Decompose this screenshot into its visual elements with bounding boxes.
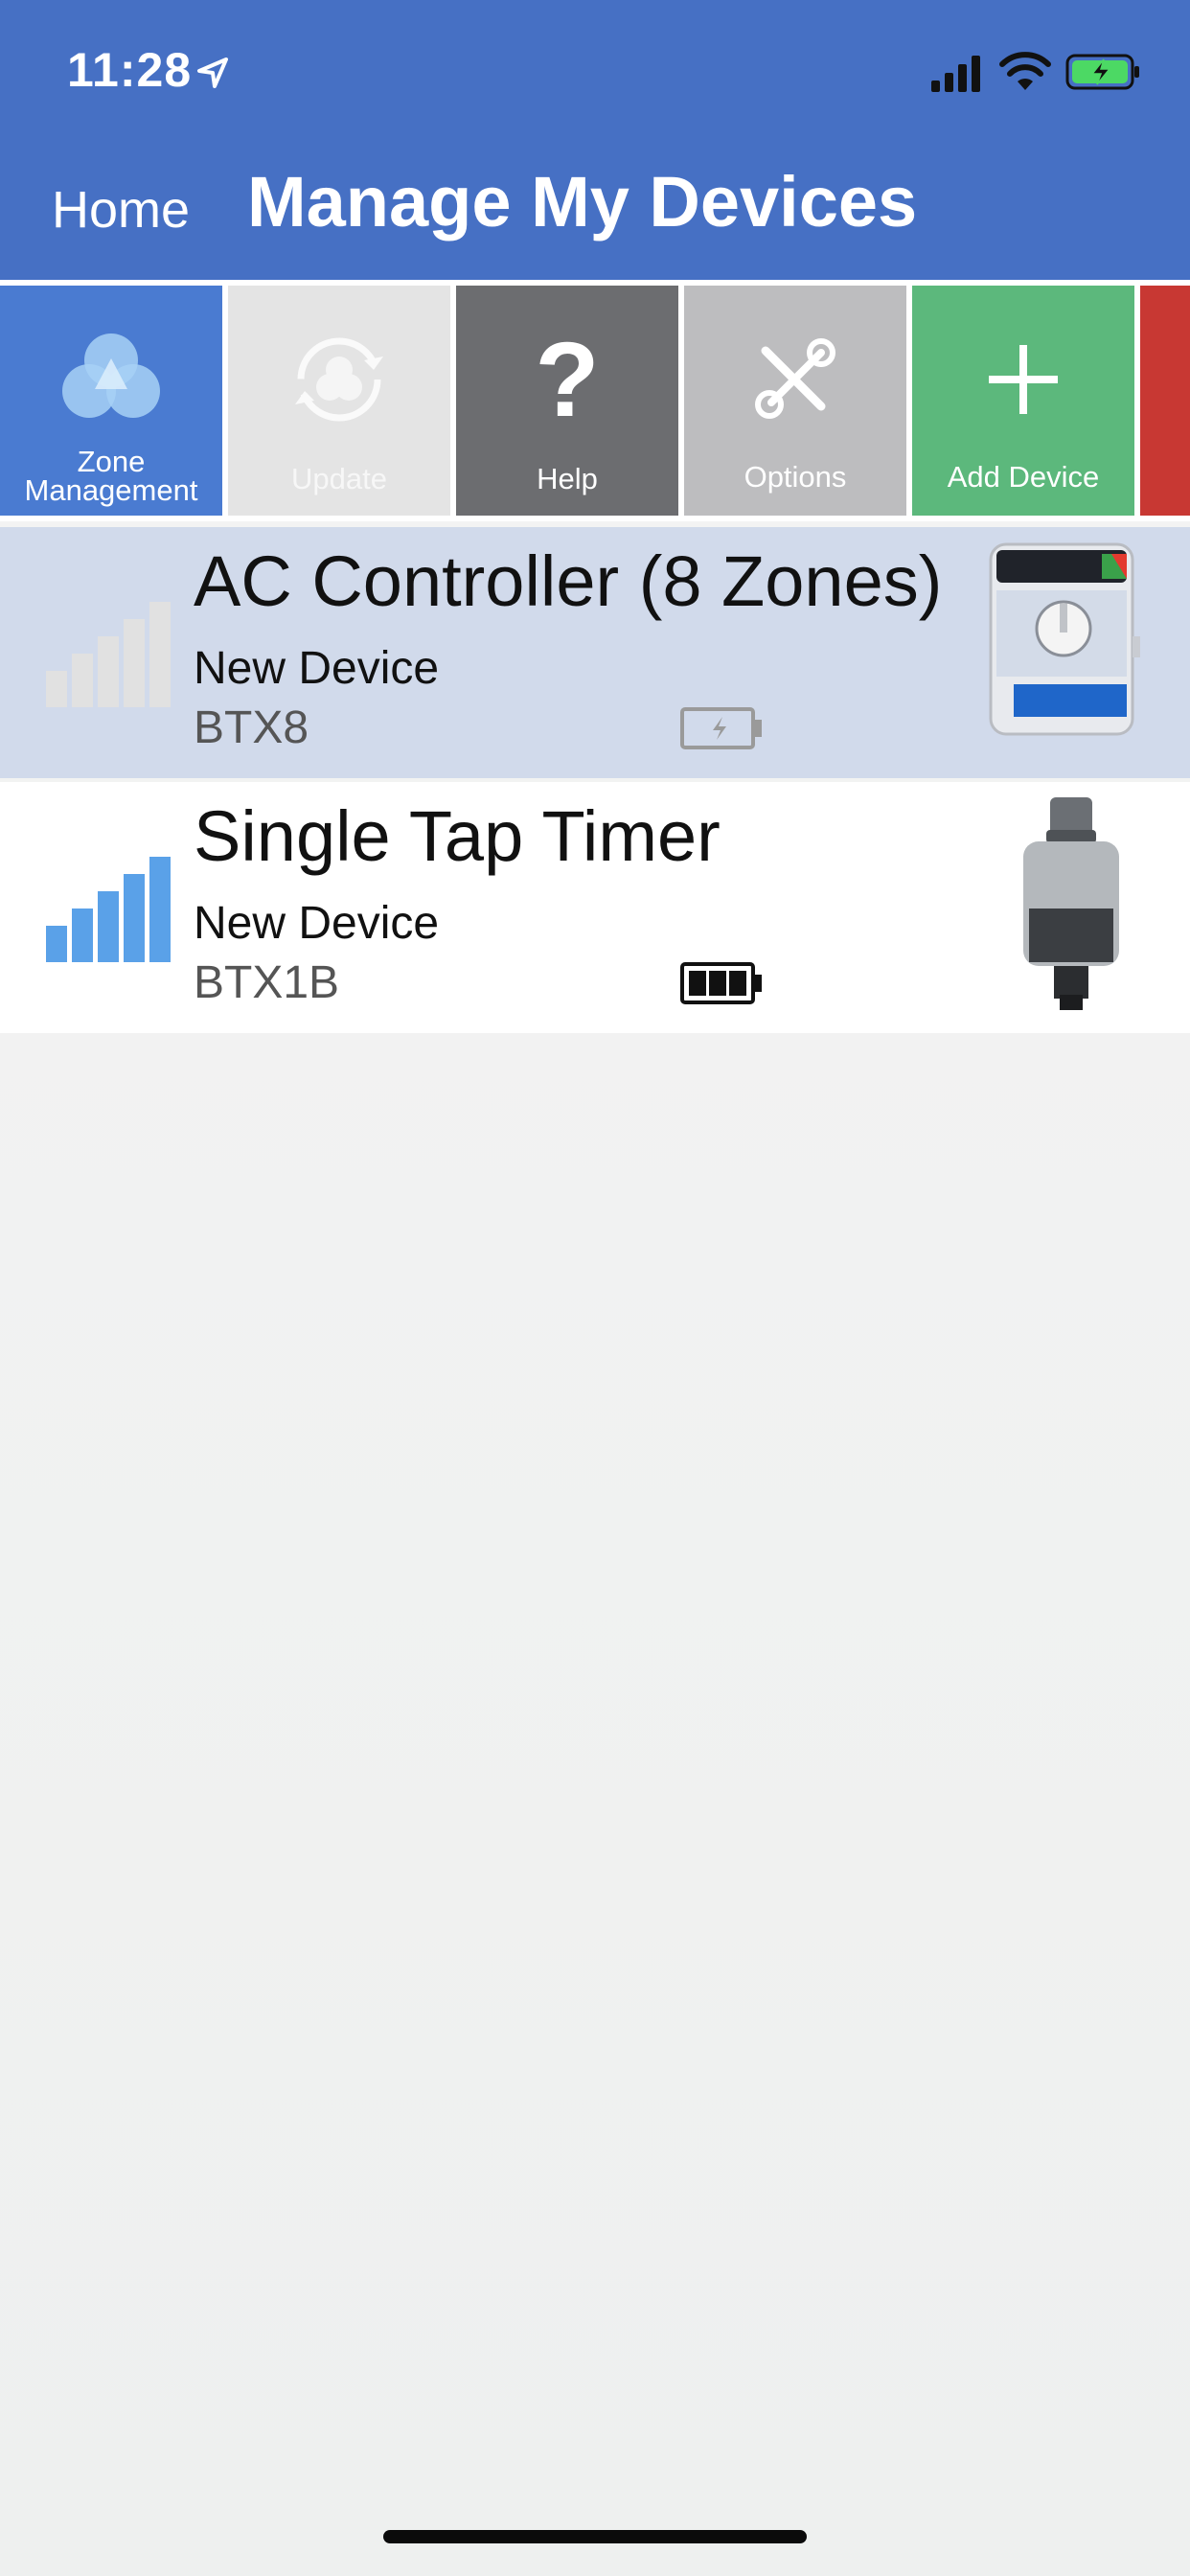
update-sync-icon bbox=[295, 337, 383, 422]
device-name: AC Controller (8 Zones) bbox=[194, 541, 943, 621]
signal-strength-icon bbox=[46, 602, 171, 707]
tools-wrench-screwdriver-icon bbox=[755, 338, 835, 419]
options-button[interactable]: Options bbox=[684, 286, 906, 516]
svg-text:?: ? bbox=[535, 332, 599, 427]
charging-battery-icon bbox=[1065, 54, 1139, 90]
add-device-label: Add Device bbox=[947, 460, 1100, 494]
update-label: Update bbox=[291, 462, 387, 495]
delete-button-partial[interactable] bbox=[1140, 286, 1190, 516]
zone-label-line2: Management bbox=[24, 473, 198, 507]
header: 11:28 Home Manage My Devices bbox=[0, 0, 1190, 280]
wifi-icon bbox=[999, 52, 1051, 90]
home-indicator bbox=[383, 2530, 807, 2543]
device-name: Single Tap Timer bbox=[194, 796, 721, 876]
help-label: Help bbox=[537, 462, 598, 495]
tap-timer-device-image bbox=[1023, 797, 1119, 1010]
device-status: New Device bbox=[194, 898, 440, 949]
home-back-button[interactable]: Home bbox=[52, 180, 190, 240]
page-title: Manage My Devices bbox=[247, 162, 918, 242]
question-mark-icon: ? bbox=[535, 332, 599, 427]
device-model: BTX1B bbox=[194, 957, 340, 1008]
controller-device-image bbox=[989, 542, 1140, 736]
action-toolbar: Zone Management Update ? Help Options Ad… bbox=[0, 280, 1190, 521]
add-device-button[interactable]: Add Device bbox=[912, 286, 1134, 516]
help-button[interactable]: ? Help bbox=[456, 286, 678, 516]
zone-management-icon bbox=[62, 334, 160, 418]
device-row-ac-controller[interactable]: AC Controller (8 Zones) New Device BTX8 bbox=[0, 527, 1190, 778]
signal-strength-icon bbox=[46, 857, 171, 962]
cellular-signal-icon bbox=[931, 56, 980, 92]
device-status: New Device bbox=[194, 643, 440, 694]
plus-icon bbox=[989, 345, 1058, 414]
location-arrow-icon bbox=[197, 58, 228, 88]
battery-charging-icon bbox=[680, 707, 762, 749]
device-model: BTX8 bbox=[194, 702, 309, 753]
update-button[interactable]: Update bbox=[228, 286, 450, 516]
battery-full-icon bbox=[680, 962, 762, 1004]
options-label: Options bbox=[744, 460, 847, 494]
zone-management-button[interactable]: Zone Management bbox=[0, 286, 222, 516]
status-time: 11:28 bbox=[67, 43, 193, 97]
device-row-single-tap-timer[interactable]: Single Tap Timer New Device BTX1B bbox=[0, 782, 1190, 1033]
